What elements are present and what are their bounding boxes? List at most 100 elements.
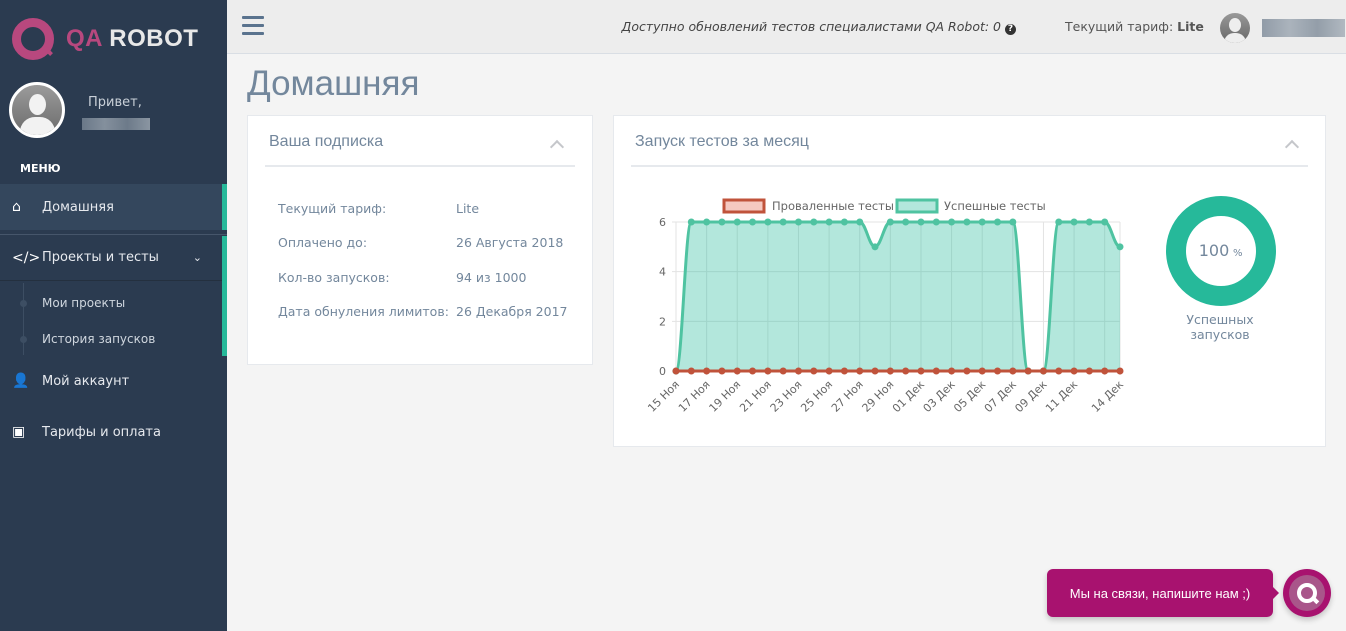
data-point — [733, 218, 741, 226]
data-point — [687, 218, 695, 226]
legend-label-success: Успешные тесты — [944, 199, 1046, 213]
data-point — [794, 218, 802, 226]
logo-q-icon — [12, 18, 54, 60]
logo-text-robot: ROBOT — [109, 25, 199, 52]
code-icon: </> — [12, 249, 41, 266]
data-point — [1039, 367, 1047, 375]
collapse-icon[interactable] — [549, 139, 565, 155]
data-point — [703, 218, 711, 226]
x-tick-label: 19 Ноя — [707, 378, 744, 415]
data-point — [779, 367, 787, 375]
x-tick-label: 14 Дек — [1089, 378, 1126, 415]
data-point — [703, 367, 711, 375]
data-point — [856, 218, 864, 226]
x-tick-label: 07 Дек — [982, 378, 1019, 415]
data-point — [1085, 218, 1093, 226]
sidebar: QA ROBOT Привет, МЕНЮ ⌂ Домашняя </> Проек… — [0, 0, 227, 631]
data-point — [672, 367, 680, 375]
sidebar-item-tariffs[interactable]: ▣ Тарифы и оплата — [0, 409, 227, 455]
data-point — [994, 367, 1002, 375]
x-tick-label: 03 Дек — [921, 378, 958, 415]
data-point — [963, 218, 971, 226]
data-point — [810, 218, 818, 226]
data-point — [1101, 367, 1109, 375]
donut-label: Успешных запусков — [1186, 312, 1254, 342]
menu-toggle-icon[interactable] — [242, 16, 264, 40]
x-tick-label: 23 Ноя — [768, 378, 805, 415]
x-tick-label: 11 Дек — [1043, 378, 1080, 415]
data-point — [978, 218, 986, 226]
runs-panel: Запуск тестов за месяц 0 2 4 6 15 Ноя 17 Ноя 1… — [613, 115, 1326, 447]
sidebar-item-run-history[interactable]: История запусков — [0, 332, 227, 346]
data-point — [932, 218, 940, 226]
logo-text-qa: QA — [66, 25, 103, 52]
data-point — [687, 367, 695, 375]
data-point — [840, 218, 848, 226]
y-tick-label: 2 — [659, 315, 666, 328]
data-point — [856, 367, 864, 375]
data-point — [871, 367, 879, 375]
data-point — [1009, 218, 1017, 226]
money-icon: ▣ — [12, 424, 26, 440]
sidebar-item-projects[interactable]: </> Проекты и тесты ⌄ — [0, 235, 222, 281]
help-icon[interactable]: ? — [1005, 24, 1016, 35]
chat-button[interactable] — [1283, 569, 1331, 617]
data-point — [764, 218, 772, 226]
data-point — [948, 367, 956, 375]
data-point — [994, 218, 1002, 226]
data-point — [749, 218, 757, 226]
sidebar-item-label: Тарифы и оплата — [42, 424, 161, 440]
current-tariff: Текущий тариф: Lite — [1065, 19, 1204, 34]
data-point — [718, 367, 726, 375]
header-avatar[interactable] — [1220, 13, 1250, 43]
subscription-row: Оплачено до: 26 Августа 2018 — [278, 235, 564, 250]
x-tick-label: 01 Дек — [890, 378, 927, 415]
data-point — [840, 367, 848, 375]
data-point — [902, 367, 910, 375]
chat-bubble[interactable]: Мы на связи, напишите нам ;) — [1047, 569, 1279, 617]
data-point — [886, 367, 894, 375]
data-point — [1009, 367, 1017, 375]
data-point — [1085, 367, 1093, 375]
sidebar-item-account[interactable]: 👤 Мой аккаунт — [0, 358, 227, 404]
menu-heading: МЕНЮ — [20, 162, 61, 175]
sidebar-item-label: Мой аккаунт — [42, 373, 130, 389]
subscription-row: Дата обнуления лимитов: 26 Декабря 2017 — [278, 304, 568, 319]
sidebar-item-my-projects[interactable]: Мои проекты — [0, 296, 227, 310]
sidebar-item-label: Проекты и тесты — [42, 250, 159, 265]
data-point — [978, 367, 986, 375]
x-tick-label: 09 Дек — [1012, 378, 1049, 415]
data-point — [1024, 367, 1032, 375]
user-icon: 👤 — [12, 373, 30, 389]
y-tick-label: 0 — [659, 365, 666, 378]
data-point — [794, 367, 802, 375]
logo[interactable]: QA ROBOT — [12, 18, 198, 60]
legend-swatch-success — [895, 198, 939, 214]
username-blurred — [82, 118, 150, 130]
data-point — [1116, 367, 1124, 375]
sidebar-item-home[interactable]: ⌂ Домашняя — [0, 184, 227, 230]
legend-swatch-failed — [722, 198, 766, 214]
data-point — [886, 218, 894, 226]
home-icon: ⌂ — [12, 199, 21, 215]
x-tick-label: 25 Ноя — [798, 378, 835, 415]
data-point — [1070, 367, 1078, 375]
top-bar: Доступно обновлений тестов специалистами… — [227, 0, 1346, 54]
x-tick-label: 21 Ноя — [737, 378, 774, 415]
data-point — [1055, 218, 1063, 226]
header-username-blurred[interactable] — [1262, 19, 1345, 37]
x-tick-label: 27 Ноя — [829, 378, 866, 415]
x-tick-label: 17 Ноя — [676, 378, 713, 415]
data-point — [779, 218, 787, 226]
data-point — [1101, 218, 1109, 226]
data-point — [825, 218, 833, 226]
data-point — [749, 367, 757, 375]
data-point — [917, 367, 925, 375]
updates-notice: Доступно обновлений тестов специалистами… — [622, 19, 1016, 35]
data-point — [1116, 243, 1124, 251]
x-tick-label: 15 Ноя — [645, 378, 682, 415]
data-point — [902, 218, 910, 226]
data-point — [917, 218, 925, 226]
data-point — [718, 218, 726, 226]
x-tick-label: 29 Ноя — [860, 378, 897, 415]
